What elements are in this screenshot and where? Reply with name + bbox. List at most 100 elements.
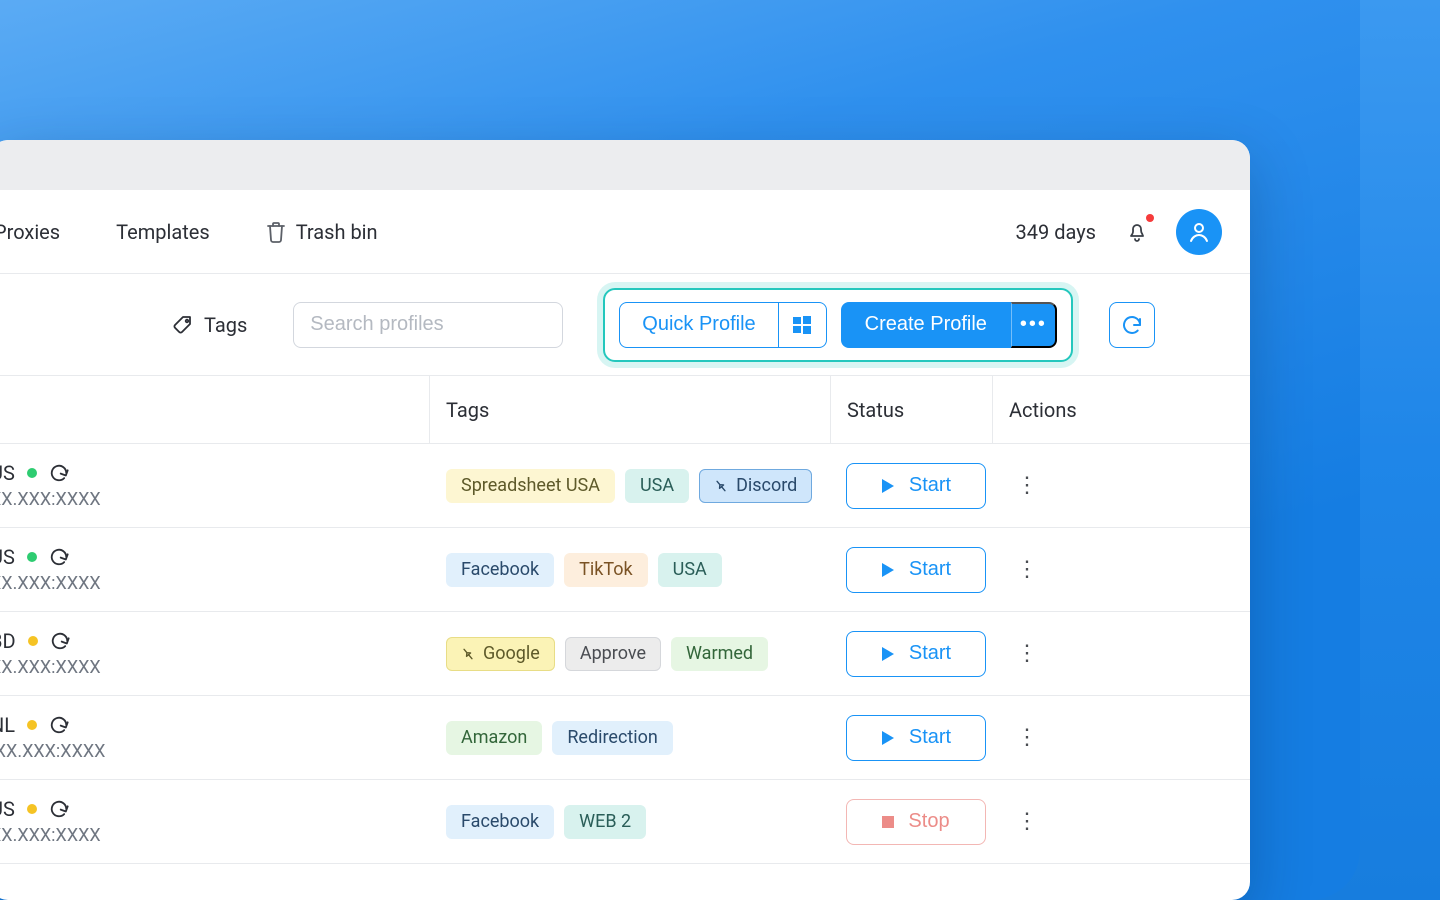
trash-icon: [266, 221, 286, 243]
profile-tag[interactable]: Facebook: [446, 553, 554, 587]
profile-tag[interactable]: Spreadsheet USA: [446, 469, 615, 503]
proxy-country: US: [0, 545, 15, 569]
proxy-address: XX.XXX:XXXX: [0, 657, 430, 678]
tag-label: Facebook: [461, 811, 539, 832]
search-input-wrap[interactable]: [293, 302, 563, 348]
tags-filter-button[interactable]: Tags: [172, 313, 247, 337]
play-icon: [881, 731, 895, 745]
play-icon: [881, 563, 895, 577]
profile-tag[interactable]: Google: [446, 637, 555, 671]
proxy-refresh-icon[interactable]: [49, 799, 69, 819]
refresh-button[interactable]: [1109, 302, 1155, 348]
table-row: US XX.XXX:XXXX Facebook TikTok USA Start ⋮: [0, 528, 1250, 612]
table-header: Tags Status Actions: [0, 376, 1250, 444]
th-tags: Tags: [430, 376, 830, 443]
profile-tag[interactable]: Warmed: [671, 637, 768, 671]
tag-label: Spreadsheet USA: [461, 475, 600, 496]
start-button[interactable]: Start: [846, 463, 986, 509]
tag-label: TikTok: [579, 559, 633, 580]
start-button[interactable]: Start: [846, 715, 986, 761]
status-dot-icon: [27, 552, 37, 562]
refresh-icon: [1121, 314, 1143, 336]
status-dot-icon: [28, 636, 38, 646]
search-input[interactable]: [310, 313, 546, 336]
create-profile-more-button[interactable]: •••: [1011, 302, 1057, 348]
tag-label: WEB 2: [579, 811, 631, 832]
row-more-button[interactable]: ⋮: [1008, 805, 1047, 838]
user-icon: [1188, 221, 1210, 243]
notifications-button[interactable]: [1126, 220, 1148, 244]
proxy-address: .XX.XXX:XXXX: [0, 741, 430, 762]
tag-label: Google: [483, 643, 540, 664]
tag-label: Redirection: [567, 727, 658, 748]
window-titlebar: [0, 140, 1250, 190]
quick-profile-os-button[interactable]: [779, 302, 827, 348]
create-profile-button[interactable]: Create Profile: [841, 302, 1011, 348]
proxy-refresh-icon[interactable]: [50, 631, 70, 651]
proxy-country: NL: [0, 713, 15, 737]
tag-label: USA: [640, 475, 674, 496]
more-horizontal-icon: •••: [1020, 313, 1047, 336]
tag-label: Discord: [736, 475, 797, 496]
status-dot-icon: [27, 804, 37, 814]
tag-label: Warmed: [686, 643, 753, 664]
profile-tag[interactable]: Approve: [565, 637, 661, 671]
nav-trash[interactable]: Trash bin: [266, 220, 378, 244]
proxy-address: XX.XXX:XXXX: [0, 573, 430, 594]
profile-tag[interactable]: Amazon: [446, 721, 542, 755]
tag-label: Facebook: [461, 559, 539, 580]
profile-tag[interactable]: USA: [658, 553, 722, 587]
proxy-refresh-icon[interactable]: [49, 547, 69, 567]
nav-trash-label: Trash bin: [296, 220, 378, 244]
row-more-button[interactable]: ⋮: [1008, 469, 1047, 502]
row-more-button[interactable]: ⋮: [1008, 553, 1047, 586]
th-actions: Actions: [992, 376, 1250, 443]
windows-icon: [792, 315, 812, 335]
pin-icon: [461, 647, 475, 661]
profile-tag[interactable]: TikTok: [564, 553, 648, 587]
pin-icon: [714, 479, 728, 493]
profile-tag[interactable]: Facebook: [446, 805, 554, 839]
play-icon: [881, 647, 895, 661]
nav-templates[interactable]: Templates: [116, 220, 210, 244]
proxy-country: BD: [0, 629, 16, 653]
profile-tag[interactable]: USA: [625, 469, 689, 503]
proxy-refresh-icon[interactable]: [49, 715, 69, 735]
notification-dot-icon: [1146, 214, 1154, 222]
proxy-country: US: [0, 797, 15, 821]
proxy-address: XX.XXX:XXXX: [0, 825, 430, 846]
start-button[interactable]: Start: [846, 631, 986, 677]
stop-button[interactable]: Stop: [846, 799, 986, 845]
play-icon: [881, 479, 895, 493]
highlighted-actions: Quick Profile Create Profile •••: [603, 288, 1073, 362]
table-row: NL .XX.XXX:XXXX Amazon Redirection Start ⋮: [0, 696, 1250, 780]
start-label: Start: [909, 558, 951, 581]
top-nav: Proxies Templates Trash bin 349 days: [0, 190, 1250, 274]
proxy-address: XX.XXX:XXXX: [0, 489, 430, 510]
stop-label: Stop: [908, 810, 949, 833]
row-more-button[interactable]: ⋮: [1008, 637, 1047, 670]
start-button[interactable]: Start: [846, 547, 986, 593]
app-panel: Proxies Templates Trash bin 349 days: [0, 140, 1250, 900]
status-dot-icon: [27, 468, 37, 478]
days-remaining[interactable]: 349 days: [1016, 220, 1096, 244]
status-dot-icon: [27, 720, 37, 730]
profile-tag[interactable]: WEB 2: [564, 805, 646, 839]
table-row: BD XX.XXX:XXXX Google Approve Warmed Start ⋮: [0, 612, 1250, 696]
th-status: Status: [830, 376, 992, 443]
nav-proxies[interactable]: Proxies: [0, 220, 60, 244]
profile-tag[interactable]: Discord: [699, 469, 812, 503]
proxy-country: US: [0, 461, 15, 485]
stop-icon: [882, 816, 894, 828]
profile-tag[interactable]: Redirection: [552, 721, 673, 755]
start-label: Start: [909, 474, 951, 497]
toolbar: Tags Quick Profile Create Profile •••: [0, 274, 1250, 376]
proxy-refresh-icon[interactable]: [49, 463, 69, 483]
table-row: US XX.XXX:XXXX Facebook WEB 2 Stop ⋮: [0, 780, 1250, 864]
quick-profile-button[interactable]: Quick Profile: [619, 302, 778, 348]
row-more-button[interactable]: ⋮: [1008, 721, 1047, 754]
table-row: US XX.XXX:XXXX Spreadsheet USA USA Discord St…: [0, 444, 1250, 528]
tag-label: Amazon: [461, 727, 527, 748]
bell-icon: [1126, 220, 1148, 244]
account-button[interactable]: [1176, 209, 1222, 255]
